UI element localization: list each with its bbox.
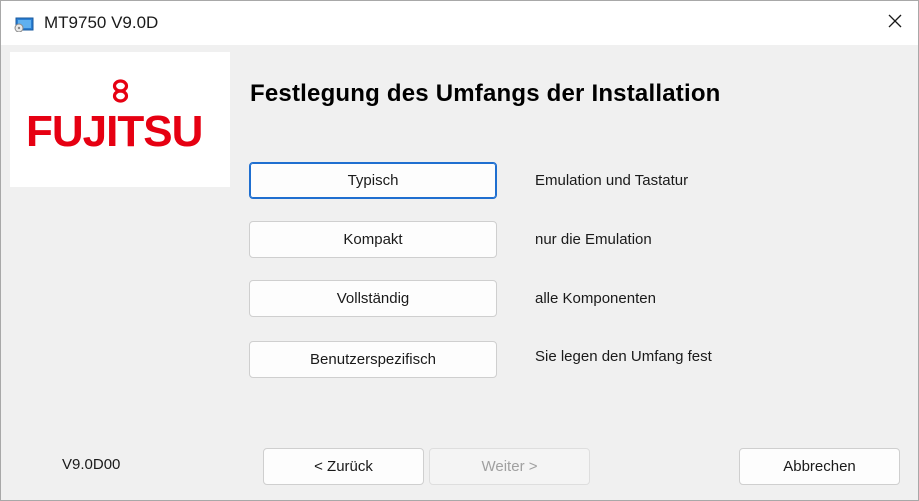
custom-option-description: Sie legen den Umfang fest (535, 348, 712, 365)
installer-app-icon (14, 17, 34, 33)
page-title: Festlegung des Umfangs der Installation (250, 80, 721, 107)
typical-option-button[interactable]: Typisch (249, 162, 497, 199)
complete-option-button[interactable]: Vollständig (249, 280, 497, 317)
custom-option-button[interactable]: Benutzerspezifisch (249, 341, 497, 378)
close-button[interactable] (872, 1, 918, 45)
main-content: Festlegung des Umfangs der Installation … (230, 45, 918, 500)
left-panel: FUJITSU V9.0D00 (1, 45, 230, 500)
cancel-button[interactable]: Abbrechen (739, 448, 900, 485)
complete-option-description: alle Komponenten (535, 290, 656, 307)
fujitsu-logo: FUJITSU (10, 52, 230, 187)
installer-window: MT9750 V9.0D FUJITSU V9.0D00 Festlegung … (0, 0, 919, 501)
close-icon (887, 13, 903, 34)
compact-option-description: nur die Emulation (535, 231, 652, 248)
typical-option-description: Emulation und Tastatur (535, 172, 689, 189)
next-button[interactable]: Weiter > (429, 448, 590, 485)
title-bar[interactable]: MT9750 V9.0D (1, 1, 918, 45)
version-label: V9.0D00 (62, 456, 121, 473)
compact-option-button[interactable]: Kompakt (249, 221, 497, 258)
window-title: MT9750 V9.0D (44, 13, 159, 32)
svg-text:FUJITSU: FUJITSU (26, 107, 202, 156)
back-button[interactable]: < Zurück (263, 448, 424, 485)
